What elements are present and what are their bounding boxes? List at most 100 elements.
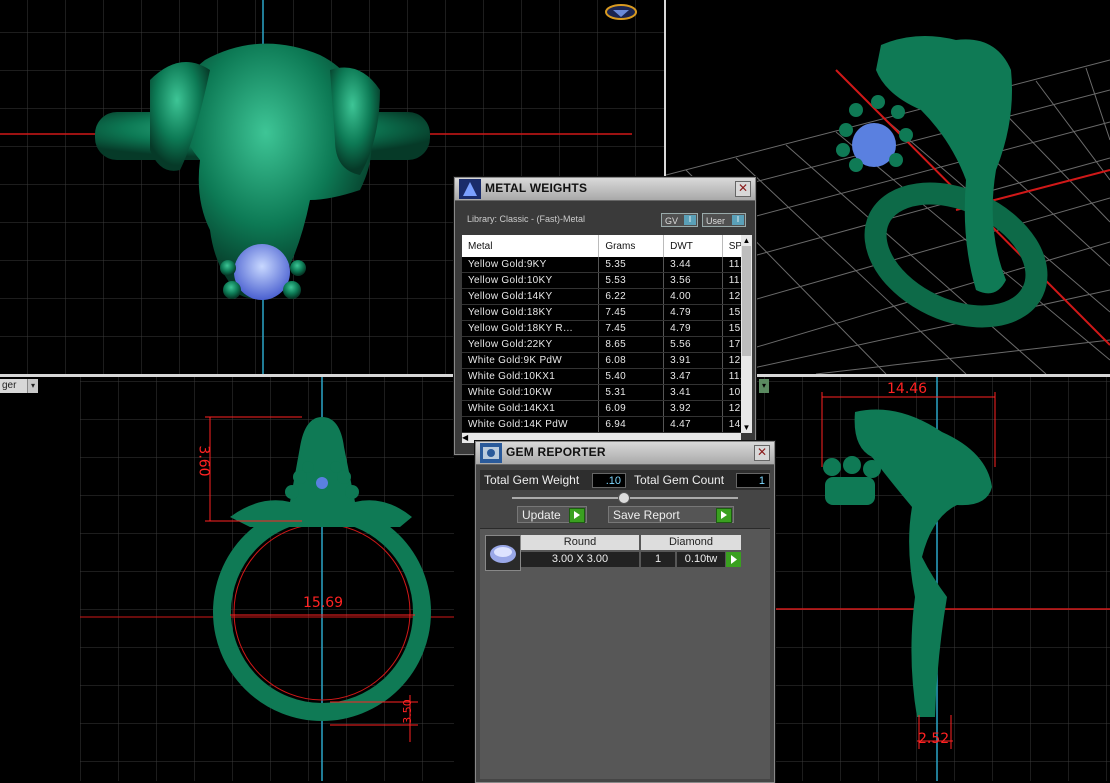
go-arrow-icon[interactable] [726,552,741,567]
user-toggle[interactable]: User I [702,213,746,227]
metal-row[interactable]: White Gold:14K PdW6.944.4714.37 [462,416,741,433]
metal-row[interactable]: Yellow Gold:18KY R…7.454.7915.43 [462,320,741,337]
metal-cell-dwt: 3.91 [663,352,723,369]
gem-round-icon [485,535,521,571]
metal-cell-grams: 7.45 [598,304,665,321]
metal-table-header: MetalGramsDWTSPG [462,235,741,257]
metal-cell-grams: 6.22 [598,288,665,305]
viewport-front[interactable]: ger ▾ 3.60 15.69 3.50 [0,377,454,781]
total-count-field: 1 [736,473,770,488]
total-weight-label: Total Gem Weight [484,473,580,487]
close-icon[interactable]: ✕ [735,181,751,197]
metal-cell-spg: 11.18 [722,368,741,385]
column-header-dwt[interactable]: DWT [663,235,723,257]
metal-cell-grams: 5.53 [598,272,665,289]
go-arrow-icon [716,508,732,523]
metal-cell-dwt: 4.79 [663,304,723,321]
metal-row[interactable]: White Gold:9K PdW6.083.9112.59 [462,352,741,369]
metal-cell-dwt: 4.47 [663,416,723,433]
dimension-side-width: 14.46 [887,381,928,397]
logo-icon [604,3,638,21]
gem-list: Round Diamond 3.00 X 3.00 1 0.10tw [480,528,770,779]
gem-material: Diamond [641,535,741,550]
metal-cell-metal: Yellow Gold:9KY [462,257,600,273]
gv-label: GV [665,216,679,226]
metal-cell-grams: 5.40 [598,368,665,385]
metal-cell-grams: 8.65 [598,336,665,353]
metal-cell-dwt: 3.44 [663,257,723,273]
metal-row[interactable]: Yellow Gold:18KY7.454.7915.43 [462,304,741,321]
metal-cell-spg: 12.61 [722,400,741,417]
metal-row[interactable]: Yellow Gold:10KY5.533.5611.45 [462,272,741,289]
scroll-up-icon[interactable]: ▲ [741,235,752,246]
metal-cell-spg: 14.37 [722,416,741,433]
metal-table: MetalGramsDWTSPG Yellow Gold:9KY5.353.44… [462,235,741,433]
metal-cell-spg: 12.88 [722,288,741,305]
metal-cell-dwt: 3.41 [663,384,723,401]
metal-cell-dwt: 3.56 [663,272,723,289]
scroll-thumb[interactable] [742,246,751,356]
user-label: User [706,216,726,226]
gem-list-item[interactable]: Round Diamond 3.00 X 3.00 1 0.10tw [485,535,741,571]
dropdown-arrow-icon[interactable]: ▾ [759,379,769,393]
gv-toggle[interactable]: GV I [661,213,698,227]
gem-reporter-titlebar[interactable]: GEM REPORTER ✕ [476,442,774,465]
metal-row[interactable]: Yellow Gold:22KY8.655.5617.85 [462,336,741,353]
metal-cell-grams: 7.45 [598,320,665,337]
save-report-label: Save Report [613,508,680,522]
metal-cell-spg: 10.99 [722,384,741,401]
metal-cell-metal: White Gold:9K PdW [462,352,600,369]
metal-cell-grams: 5.31 [598,384,665,401]
slider-handle[interactable] [618,492,630,504]
metal-weights-titlebar[interactable]: METAL WEIGHTS ✕ [455,178,755,201]
metal-cell-grams: 6.08 [598,352,665,369]
metal-cell-grams: 6.09 [598,400,665,417]
dimension-inner-diameter: 15.69 [303,595,344,611]
metal-cell-spg: 11.45 [722,272,741,289]
gem-count: 1 [641,552,675,567]
metal-cell-metal: Yellow Gold:10KY [462,272,600,289]
metal-row[interactable]: Yellow Gold:14KY6.224.0012.88 [462,288,741,305]
metal-cell-metal: Yellow Gold:14KY [462,288,600,305]
metal-table-vscroll[interactable]: ▲ ▼ [741,235,752,433]
dimension-front-height: 3.60 [195,445,212,477]
viewport-side[interactable]: ▾ 14.46 2.52 [757,377,1110,781]
metal-table-container: MetalGramsDWTSPG Yellow Gold:9KY5.353.44… [462,235,741,433]
gem-top [234,244,290,300]
dropdown-arrow-icon: ▾ [27,379,38,393]
metal-row[interactable]: White Gold:10KX15.403.4711.18 [462,368,741,385]
metal-cell-dwt: 4.00 [663,288,723,305]
viewport-view-label: ger [2,380,17,391]
metal-cell-metal: Yellow Gold:22KY [462,336,600,353]
update-button[interactable]: Update [517,506,587,523]
metal-cell-metal: White Gold:14K PdW [462,416,600,433]
size-slider[interactable] [512,492,738,504]
metal-row[interactable]: Yellow Gold:9KY5.353.4411.08 [462,257,741,273]
update-button-label: Update [522,508,561,522]
metal-row[interactable]: White Gold:10KW5.313.4110.99 [462,384,741,401]
column-header-spg[interactable]: SPG [722,235,741,257]
viewport-view-selector[interactable]: ger ▾ [0,379,38,393]
library-label: Library: Classic - (Fast)-Metal [467,214,586,224]
column-header-grams[interactable]: Grams [598,235,665,257]
metal-cell-spg: 17.85 [722,336,741,353]
scroll-down-icon[interactable]: ▼ [741,422,752,433]
dimension-side-base: 2.52 [918,731,950,747]
gem-weight: 0.10tw [677,552,725,567]
metal-cell-grams: 6.94 [598,416,665,433]
close-icon[interactable]: ✕ [754,445,770,461]
gem-size: 3.00 X 3.00 [521,552,639,567]
metal-cell-metal: Yellow Gold:18KY [462,304,600,321]
viewport-side-canvas [757,377,1110,781]
metal-cell-grams: 5.35 [598,257,665,273]
metal-cell-dwt: 5.56 [663,336,723,353]
metal-row[interactable]: White Gold:14KX16.093.9212.61 [462,400,741,417]
metal-weights-title: METAL WEIGHTS [485,181,588,195]
go-arrow-icon [569,508,585,523]
total-count-label: Total Gem Count [634,473,725,487]
save-report-button[interactable]: Save Report [608,506,734,523]
column-header-metal[interactable]: Metal [462,235,600,257]
metal-cell-dwt: 3.47 [663,368,723,385]
metal-cell-dwt: 3.92 [663,400,723,417]
metal-weights-icon [459,179,481,199]
